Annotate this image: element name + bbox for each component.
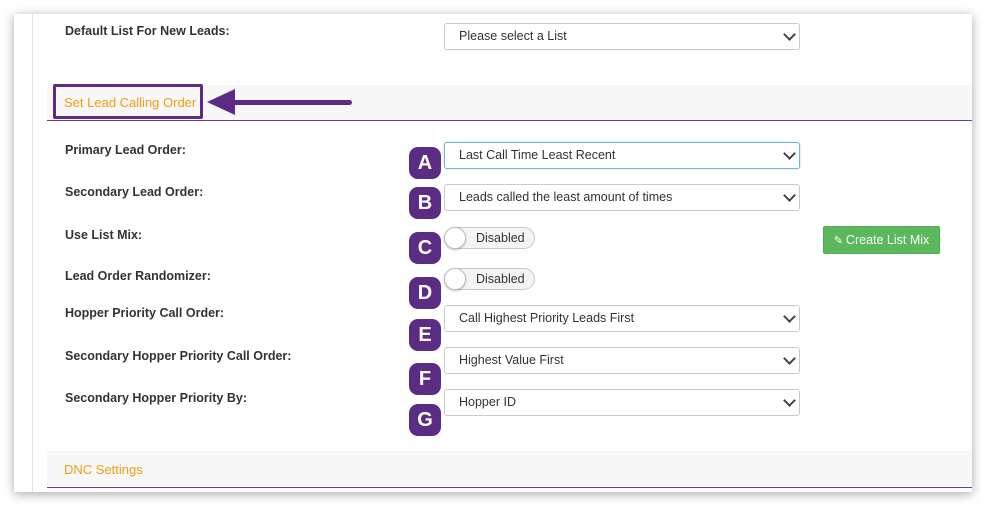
primary-lead-order-select[interactable]: Last Call Time Least Recent bbox=[444, 142, 800, 169]
pencil-icon: ✎ bbox=[833, 235, 843, 247]
secondary-hopper-priority-call-order-value: Highest Value First bbox=[459, 353, 564, 367]
section-divider bbox=[47, 120, 972, 121]
secondary-hopper-priority-by-select[interactable]: Hopper ID bbox=[444, 389, 800, 416]
toggle-knob bbox=[444, 268, 466, 290]
default-list-label: Default List For New Leads: bbox=[65, 24, 230, 38]
secondary-hopper-priority-by-value: Hopper ID bbox=[459, 395, 516, 409]
chevron-down-icon bbox=[783, 147, 796, 160]
secondary-lead-order-label: Secondary Lead Order: bbox=[65, 185, 204, 199]
settings-panel: Default List For New Leads: Please selec… bbox=[14, 14, 972, 492]
hopper-priority-call-order-value: Call Highest Priority Leads First bbox=[459, 311, 635, 325]
chevron-down-icon bbox=[783, 394, 796, 407]
chevron-down-icon bbox=[783, 310, 796, 323]
secondary-lead-order-value: Leads called the least amount of times bbox=[459, 190, 673, 204]
chevron-down-icon bbox=[783, 189, 796, 202]
secondary-lead-order-select[interactable]: Leads called the least amount of times bbox=[444, 184, 800, 211]
annotation-badge-a: A bbox=[409, 147, 441, 179]
default-list-value: Please select a List bbox=[459, 29, 567, 43]
primary-lead-order-label: Primary Lead Order: bbox=[65, 143, 186, 157]
lead-order-randomizer-state: Disabled bbox=[476, 272, 525, 286]
default-list-select[interactable]: Please select a List bbox=[444, 23, 800, 50]
annotation-badge-e: E bbox=[409, 319, 441, 351]
secondary-hopper-priority-by-label: Secondary Hopper Priority By: bbox=[65, 391, 247, 405]
annotation-badge-f: F bbox=[409, 363, 441, 395]
panel-left-border bbox=[32, 14, 33, 492]
dnc-settings-title[interactable]: DNC Settings bbox=[64, 462, 143, 477]
annotation-arrow-shaft bbox=[230, 100, 352, 105]
create-list-mix-button[interactable]: ✎ Create List Mix bbox=[823, 226, 940, 254]
use-list-mix-state: Disabled bbox=[476, 231, 525, 245]
annotation-badge-g: G bbox=[409, 404, 441, 436]
chevron-down-icon bbox=[783, 28, 796, 41]
lead-order-randomizer-label: Lead Order Randomizer: bbox=[65, 269, 211, 283]
secondary-hopper-priority-call-order-label: Secondary Hopper Priority Call Order: bbox=[65, 349, 292, 363]
annotation-badge-b: B bbox=[409, 187, 441, 219]
dnc-settings-section-header[interactable] bbox=[47, 451, 972, 486]
toggle-knob bbox=[444, 227, 466, 249]
use-list-mix-label: Use List Mix: bbox=[65, 228, 143, 242]
hopper-priority-call-order-label: Hopper Priority Call Order: bbox=[65, 306, 225, 320]
primary-lead-order-value: Last Call Time Least Recent bbox=[459, 148, 616, 162]
annotation-badge-c: C bbox=[409, 232, 441, 264]
hopper-priority-call-order-select[interactable]: Call Highest Priority Leads First bbox=[444, 305, 800, 332]
lead-order-randomizer-toggle[interactable]: Disabled bbox=[444, 268, 535, 290]
use-list-mix-toggle[interactable]: Disabled bbox=[444, 227, 535, 249]
create-list-mix-label: Create List Mix bbox=[845, 233, 930, 247]
highlight-box bbox=[53, 84, 203, 119]
annotation-badge-d: D bbox=[409, 277, 441, 309]
section-divider bbox=[47, 487, 972, 488]
chevron-down-icon bbox=[783, 352, 796, 365]
secondary-hopper-priority-call-order-select[interactable]: Highest Value First bbox=[444, 347, 800, 374]
